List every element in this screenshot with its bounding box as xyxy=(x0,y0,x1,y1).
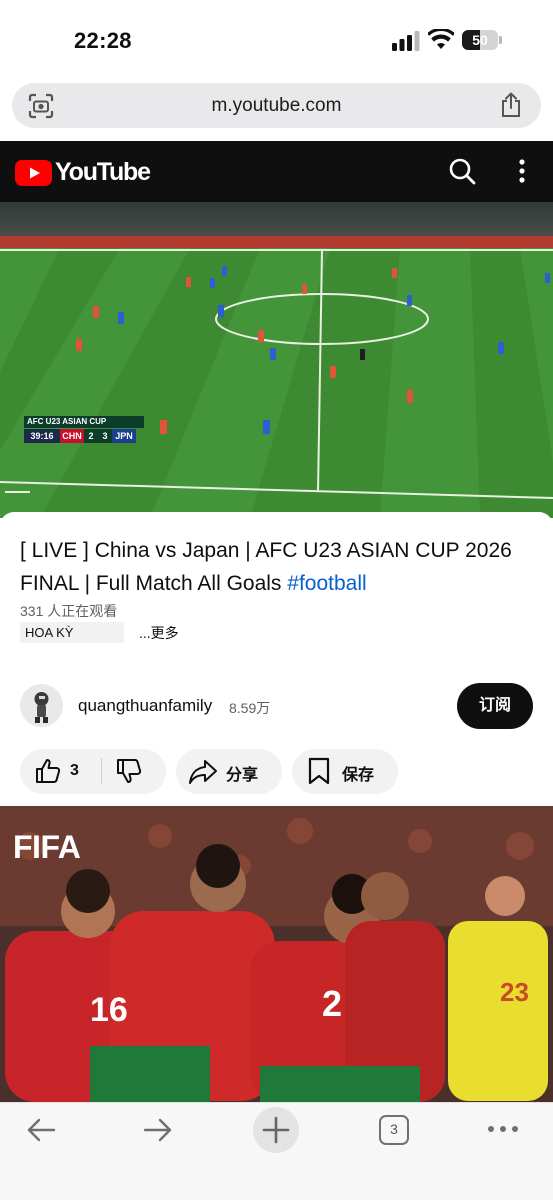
search-icon[interactable] xyxy=(448,157,476,185)
away-score: 3 xyxy=(98,429,112,443)
share-arrow-icon[interactable] xyxy=(188,757,218,785)
subscribe-button[interactable]: 订阅 xyxy=(457,683,533,729)
scoreboard-title: AFC U23 ASIAN CUP xyxy=(24,416,144,428)
video-title[interactable]: [ LIVE ] China vs Japan | AFC U23 ASIAN … xyxy=(20,534,540,600)
back-arrow-icon[interactable] xyxy=(26,1117,56,1143)
plus-icon xyxy=(262,1116,290,1144)
next-video-thumbnail[interactable]: 16 2 23 xyxy=(0,806,553,1102)
thumbnail-image: 16 2 23 xyxy=(0,806,553,1102)
video-frame xyxy=(0,202,553,518)
match-clock: 39:16 xyxy=(24,429,60,443)
more-link[interactable]: ...更多 xyxy=(139,623,179,643)
tabs-button[interactable]: 3 xyxy=(379,1115,409,1145)
youtube-logo-text: YouTube xyxy=(55,158,151,186)
avatar-image xyxy=(20,684,63,727)
svg-text:23: 23 xyxy=(500,977,529,1007)
home-team: CHN xyxy=(60,429,84,443)
bookmark-icon[interactable] xyxy=(306,757,332,785)
status-bar: 22:28 50 xyxy=(0,0,553,80)
youtube-logo-icon xyxy=(15,159,52,186)
url-text[interactable]: m.youtube.com xyxy=(12,83,541,128)
subscriber-count: 8.59万 xyxy=(229,700,271,716)
more-vertical-icon[interactable] xyxy=(514,158,530,184)
channel-name[interactable]: quangthuanfamily xyxy=(78,696,212,716)
svg-text:16: 16 xyxy=(90,991,128,1029)
thumbs-up-icon[interactable] xyxy=(34,757,62,785)
svg-text:2: 2 xyxy=(322,983,342,1024)
pill-divider xyxy=(101,758,102,784)
cellular-signal-icon xyxy=(392,31,420,51)
scoreboard: 39:16 CHN 2 3 JPN xyxy=(24,429,136,443)
away-team: JPN xyxy=(112,429,136,443)
video-title-text: [ LIVE ] China vs Japan | AFC U23 ASIAN … xyxy=(20,539,512,595)
status-time: 22:28 xyxy=(74,28,132,53)
share-label[interactable]: 分享 xyxy=(226,761,258,785)
address-bar[interactable]: m.youtube.com xyxy=(12,83,541,128)
live-viewers: 331 人正在观看 xyxy=(20,603,118,619)
forward-arrow-icon[interactable] xyxy=(143,1117,173,1143)
channel-avatar[interactable] xyxy=(20,684,63,727)
like-count: 3 xyxy=(70,762,79,779)
save-label[interactable]: 保存 xyxy=(342,761,374,785)
thumbs-down-icon[interactable] xyxy=(115,757,143,785)
new-tab-button[interactable] xyxy=(253,1107,299,1153)
youtube-logo[interactable]: YouTube xyxy=(15,158,151,186)
home-score: 2 xyxy=(84,429,98,443)
fifa-logo: FIFA xyxy=(13,829,81,865)
wifi-icon xyxy=(428,29,454,49)
video-player[interactable]: AFC U23 ASIAN CUP 39:16 CHN 2 3 JPN xyxy=(0,202,553,518)
location-chip[interactable]: HOA KỲ xyxy=(20,622,124,643)
battery-indicator: 50 xyxy=(462,30,502,50)
share-icon[interactable] xyxy=(499,92,523,118)
hashtag-link[interactable]: #football xyxy=(287,572,366,595)
more-horizontal-icon[interactable] xyxy=(487,1124,519,1134)
